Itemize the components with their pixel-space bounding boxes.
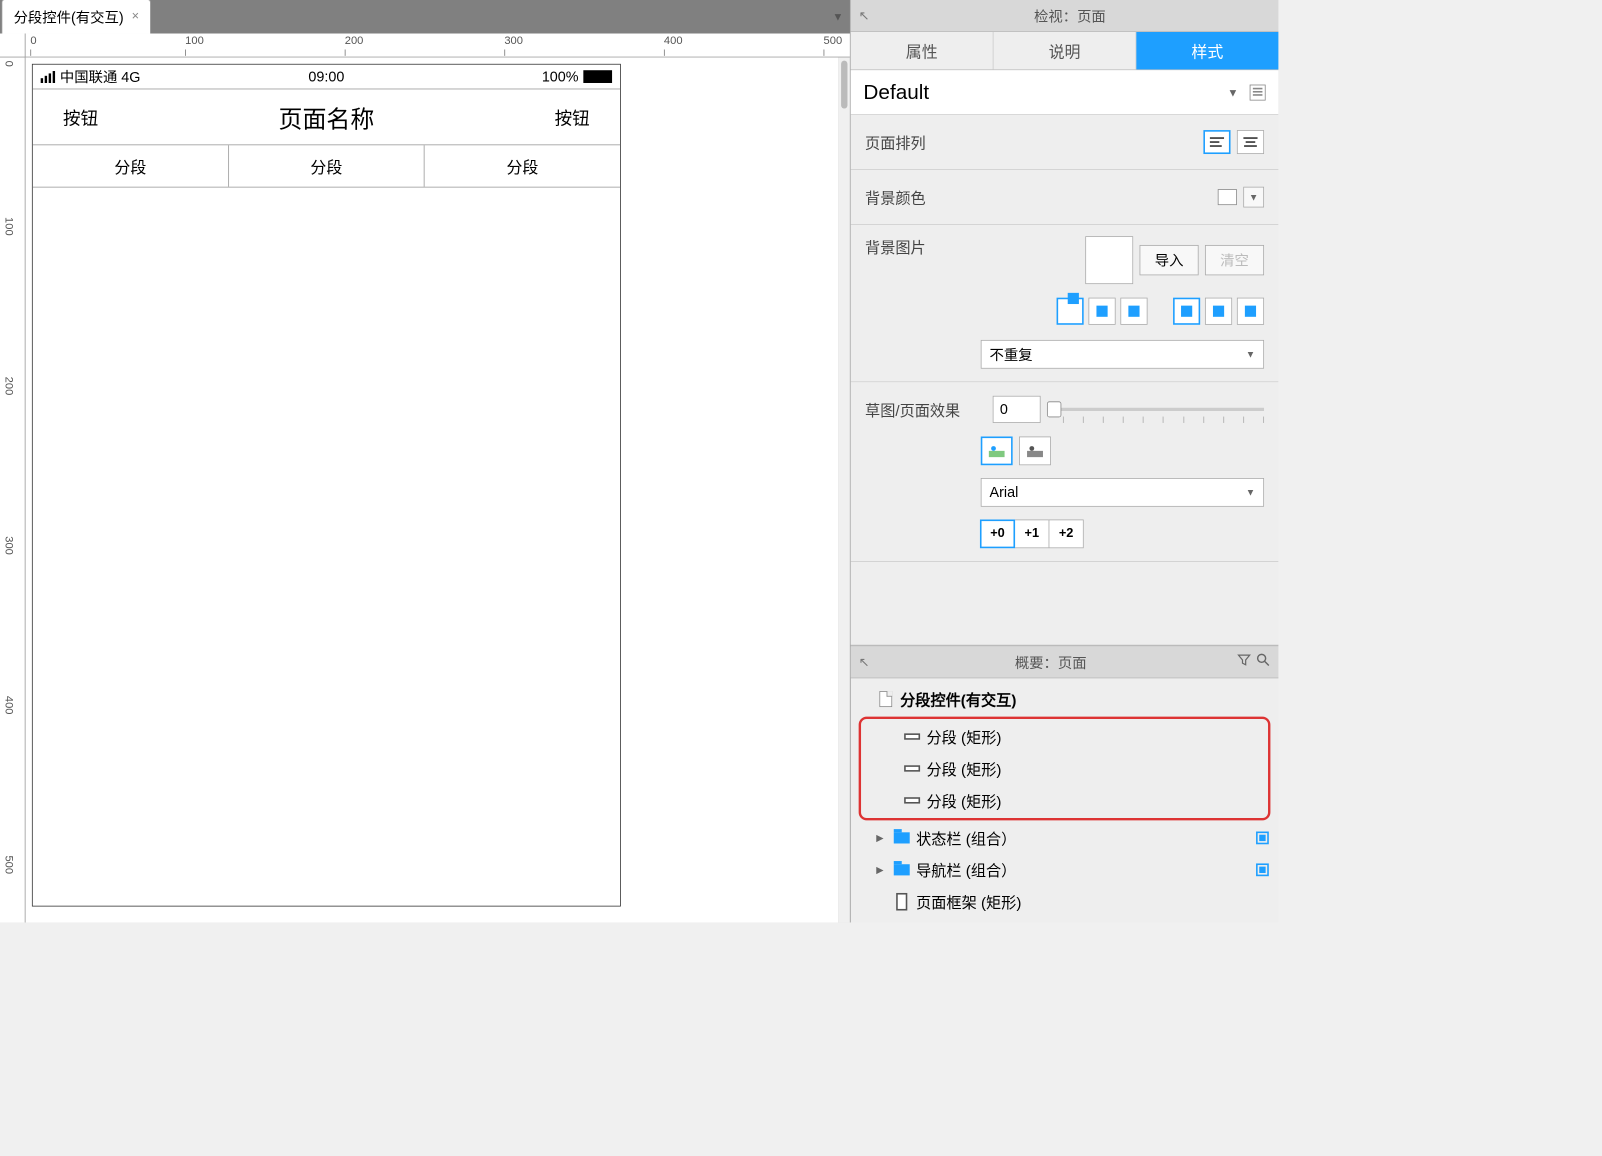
outline-root[interactable]: 分段控件(有交互) — [851, 683, 1279, 715]
chevron-down-icon: ▼ — [1246, 349, 1255, 360]
import-button[interactable]: 导入 — [1140, 245, 1199, 275]
tab-title: 分段控件(有交互) — [14, 6, 124, 27]
scrollbar-thumb[interactable] — [841, 61, 847, 109]
bg-image-label: 背景图片 — [865, 236, 981, 258]
page-icon — [879, 691, 892, 707]
tab-notes[interactable]: 说明 — [994, 32, 1137, 70]
filter-icon[interactable] — [1237, 653, 1251, 671]
collapse-icon[interactable]: ↖ — [859, 654, 870, 670]
expand-icon[interactable]: ▶ — [876, 832, 887, 843]
style-default-row[interactable]: Default ▼ — [851, 70, 1279, 115]
chevron-down-icon: ▼ — [1246, 487, 1255, 498]
clear-button[interactable]: 清空 — [1205, 245, 1264, 275]
segmented-control: 分段 分段 分段 — [33, 144, 620, 187]
pos-tc-button[interactable] — [1088, 298, 1115, 325]
carrier-label: 中国联通 4G — [60, 66, 141, 87]
tab-style[interactable]: 样式 — [1136, 32, 1278, 70]
phone-body — [33, 188, 620, 906]
pos-mr-button[interactable] — [1237, 298, 1264, 325]
tab-dropdown[interactable]: ▼ — [826, 0, 850, 34]
outline-segment-2[interactable]: 分段 (矩形) — [861, 753, 1268, 785]
outline-segment-1[interactable]: 分段 (矩形) — [861, 721, 1268, 753]
visibility-toggle[interactable] — [1256, 832, 1269, 845]
visibility-toggle[interactable] — [1256, 863, 1269, 876]
outline-frame[interactable]: 页面框架 (矩形) — [851, 886, 1279, 918]
phone-status-bar: 中国联通 4G 09:00 100% — [33, 65, 620, 89]
rect-icon — [904, 733, 920, 739]
close-icon[interactable]: × — [132, 10, 139, 24]
font-select[interactable]: Arial ▼ — [981, 478, 1264, 507]
outline-navbar[interactable]: ▶ 导航栏 (组合） — [851, 854, 1279, 886]
pos-mc-button[interactable] — [1205, 298, 1232, 325]
bg-color-swatch[interactable] — [1218, 189, 1237, 205]
folder-icon — [894, 832, 910, 843]
bg-image-thumb[interactable] — [1085, 236, 1133, 284]
level-0-button[interactable]: +0 — [980, 519, 1015, 548]
page-align-label: 页面排列 — [865, 131, 981, 153]
tab-properties[interactable]: 属性 — [851, 32, 994, 70]
default-label: Default — [863, 80, 1227, 105]
phone-frame: 中国联通 4G 09:00 100% 按钮 页面名称 按钮 分段 分段 — [32, 64, 621, 907]
inspector-tabs: 属性 说明 样式 — [851, 32, 1279, 70]
note-icon[interactable] — [1250, 84, 1266, 100]
align-center-button[interactable] — [1237, 130, 1264, 154]
nav-right-button[interactable]: 按钮 — [524, 104, 620, 130]
outline-title: 概要：页面 — [869, 652, 1232, 673]
rect-icon — [904, 797, 920, 803]
document-tab[interactable]: 分段控件(有交互) × — [2, 0, 152, 34]
outline-root-label: 分段控件(有交互) — [900, 688, 1016, 710]
rect-icon — [904, 765, 920, 771]
horizontal-ruler: 0 100 200 300 400 500 — [26, 34, 850, 58]
canvas-scrollbar[interactable] — [839, 57, 850, 922]
color-fill-toggle[interactable] — [981, 437, 1013, 466]
pos-tr-button[interactable] — [1120, 298, 1147, 325]
level-2-button[interactable]: +2 — [1049, 519, 1084, 548]
repeat-select-label: 不重复 — [990, 344, 1033, 365]
inspector-header: ↖ 检视：页面 — [851, 0, 1279, 32]
collapse-icon[interactable]: ↖ — [859, 8, 870, 24]
folder-icon — [894, 864, 910, 875]
battery-icon — [583, 70, 612, 83]
bg-color-dropdown[interactable]: ▼ — [1243, 187, 1264, 208]
font-select-label: Arial — [990, 484, 1019, 501]
canvas[interactable]: 中国联通 4G 09:00 100% 按钮 页面名称 按钮 分段 分段 — [26, 57, 839, 922]
document-tab-bar: 分段控件(有交互) × ▼ — [0, 0, 850, 34]
outline-header: ↖ 概要：页面 — [851, 646, 1279, 678]
bg-color-label: 背景颜色 — [865, 186, 981, 208]
vertical-ruler: 0 100 200 300 400 500 — [0, 57, 26, 922]
battery-percent: 100% — [542, 68, 579, 85]
sketch-label: 草图/页面效果 — [865, 399, 993, 421]
align-left-button[interactable] — [1203, 130, 1230, 154]
segment-2[interactable]: 分段 — [229, 145, 425, 186]
grayscale-toggle[interactable] — [1019, 437, 1051, 466]
segment-3[interactable]: 分段 — [425, 145, 620, 186]
highlighted-group: 分段 (矩形) 分段 (矩形) 分段 (矩形) — [859, 717, 1271, 821]
expand-icon[interactable]: ▶ — [876, 864, 887, 875]
outline-statusbar[interactable]: ▶ 状态栏 (组合） — [851, 822, 1279, 854]
pos-tl-button[interactable] — [1057, 298, 1084, 325]
ruler-corner — [0, 34, 26, 58]
phone-nav-bar: 按钮 页面名称 按钮 — [33, 89, 620, 145]
chevron-down-icon[interactable]: ▼ — [1227, 86, 1238, 99]
nav-title: 页面名称 — [128, 99, 524, 134]
outline-segment-3[interactable]: 分段 (矩形) — [861, 784, 1268, 816]
inspector-title: 检视：页面 — [869, 5, 1270, 26]
sketch-slider[interactable] — [1047, 397, 1264, 421]
status-time: 09:00 — [231, 68, 421, 85]
segment-1[interactable]: 分段 — [33, 145, 229, 186]
frame-icon — [896, 893, 907, 911]
search-icon[interactable] — [1256, 653, 1270, 671]
level-1-button[interactable]: +1 — [1014, 519, 1049, 548]
repeat-select[interactable]: 不重复 ▼ — [981, 340, 1264, 369]
pos-ml-button[interactable] — [1173, 298, 1200, 325]
sketch-input[interactable] — [993, 396, 1041, 423]
slider-thumb[interactable] — [1047, 401, 1061, 417]
signal-icon — [41, 71, 55, 83]
nav-left-button[interactable]: 按钮 — [33, 104, 129, 130]
